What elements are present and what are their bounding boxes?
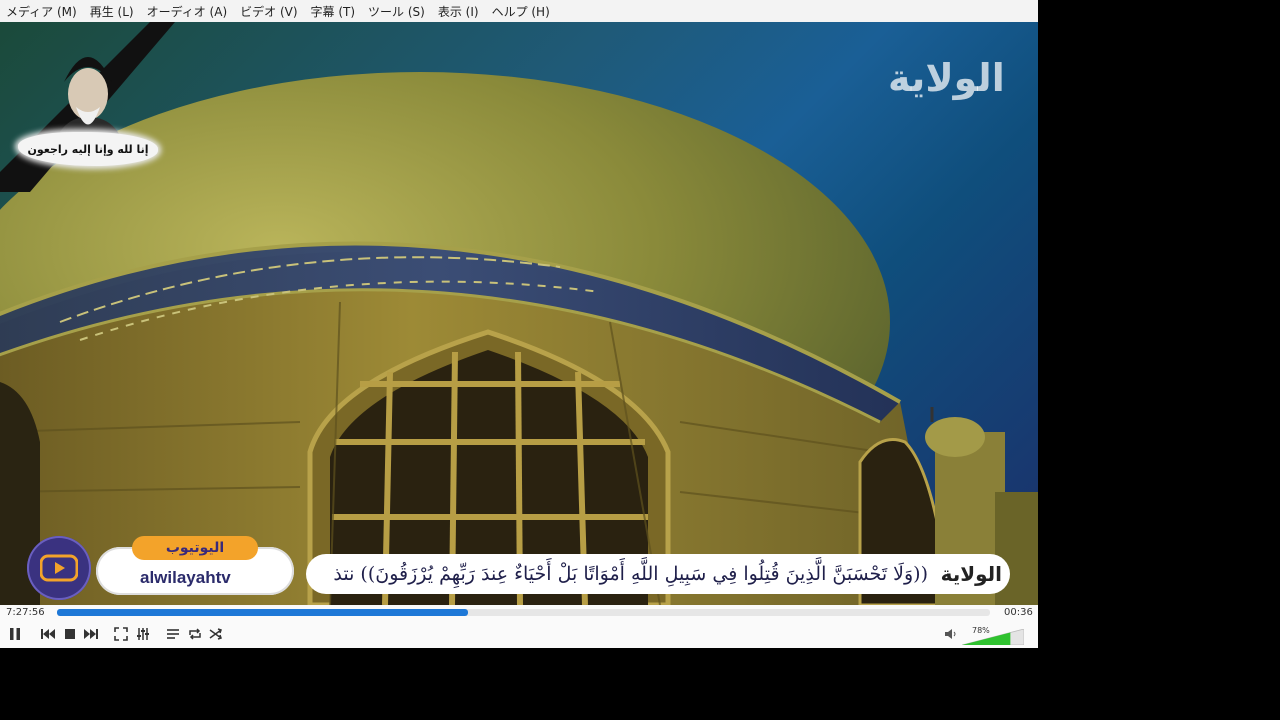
stop-icon — [65, 629, 75, 639]
pause-icon — [10, 628, 20, 640]
menu-playback[interactable]: 再生 (L) — [84, 3, 141, 20]
previous-icon — [41, 629, 55, 639]
menu-media[interactable]: メディア (M) — [0, 3, 84, 20]
seek-bar-fill — [57, 609, 468, 616]
ticker-text: ((وَلَا تَحْسَبَنَّ الَّذِينَ قُتِلُوا ف… — [333, 563, 928, 585]
youtube-handle: alwilayahtv — [140, 568, 231, 587]
ticker-channel-logo: الولاية — [940, 562, 1002, 586]
fullscreen-icon — [114, 627, 128, 641]
video-surface[interactable]: الولاية إنا لله وإنا إليه راجعون alwilay… — [0, 22, 1038, 605]
youtube-label: اليوتيوب — [132, 536, 258, 560]
control-bar: 78% — [0, 621, 1038, 648]
seek-bar[interactable] — [57, 609, 990, 616]
loop-button[interactable] — [186, 625, 204, 643]
total-time[interactable]: 00:36 — [1004, 607, 1033, 618]
shuffle-button[interactable] — [207, 625, 225, 643]
menu-bar: メディア (M) 再生 (L) オーディオ (A) ビデオ (V) 字幕 (T)… — [0, 0, 1038, 22]
next-icon — [84, 629, 98, 639]
next-button[interactable] — [82, 625, 100, 643]
playlist-button[interactable] — [164, 625, 182, 643]
equalizer-icon — [137, 628, 149, 640]
fullscreen-button[interactable] — [112, 625, 130, 643]
menu-view[interactable]: 表示 (I) — [432, 3, 486, 20]
seek-row: 7:27:56 00:36 — [0, 605, 1038, 621]
shuffle-icon — [209, 628, 222, 640]
speaker-icon — [945, 629, 956, 639]
pause-button[interactable] — [4, 625, 26, 643]
previous-button[interactable] — [39, 625, 57, 643]
youtube-badge — [27, 536, 91, 600]
media-player-window: メディア (M) 再生 (L) オーディオ (A) ビデオ (V) 字幕 (T)… — [0, 0, 1038, 648]
channel-logo-watermark: الولاية — [888, 56, 1005, 100]
news-ticker: ((وَلَا تَحْسَبَنَّ الَّذِينَ قُتِلُوا ف… — [306, 554, 1010, 594]
mourning-portrait-badge — [0, 22, 175, 192]
mute-button[interactable] — [944, 625, 958, 643]
elapsed-time: 7:27:56 — [6, 607, 45, 618]
menu-audio[interactable]: オーディオ (A) — [141, 3, 235, 20]
menu-video[interactable]: ビデオ (V) — [234, 3, 304, 20]
menu-help[interactable]: ヘルプ (H) — [486, 3, 557, 20]
youtube-icon — [40, 554, 78, 582]
extended-settings-button[interactable] — [134, 625, 152, 643]
menu-tools[interactable]: ツール (S) — [362, 3, 432, 20]
playlist-icon — [167, 629, 179, 639]
stop-button[interactable] — [61, 625, 79, 643]
menu-subtitle[interactable]: 字幕 (T) — [305, 3, 363, 20]
volume-slider[interactable] — [962, 629, 1024, 645]
loop-icon — [189, 628, 201, 640]
